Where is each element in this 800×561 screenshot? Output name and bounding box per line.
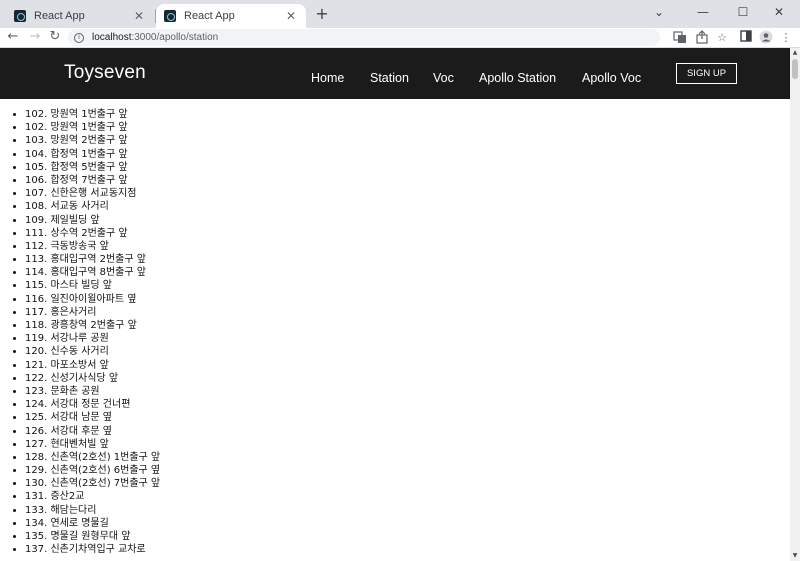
browser-tab-1[interactable]: React App ✕ [6, 4, 154, 28]
station-list-item: 122. 신성기사식당 앞 [25, 372, 160, 385]
station-list-item: 105. 합정역 5번출구 앞 [25, 161, 160, 174]
station-list-item: 109. 제일빌딩 앞 [25, 214, 160, 227]
browser-tab-2-active[interactable]: React App ✕ [156, 4, 306, 28]
station-list-item: 108. 서교동 사거리 [25, 200, 160, 213]
station-list-item: 121. 마포소방서 앞 [25, 359, 160, 372]
station-list-item: 137. 신촌기차역입구 교차로 [25, 543, 160, 556]
forward-arrow-icon[interactable]: → [26, 28, 44, 48]
station-list-item: 126. 서강대 후문 옆 [25, 425, 160, 438]
site-info-icon[interactable]: i [74, 32, 84, 43]
page-scrollbar[interactable]: ▲ ▼ [790, 48, 800, 561]
menu-icon[interactable]: ⋮ [778, 30, 794, 46]
station-list-item: 135. 명물길 원형무대 앞 [25, 530, 160, 543]
share-icon[interactable] [694, 30, 710, 46]
url-host: localhost [92, 32, 132, 43]
station-list-item: 131. 증산2교 [25, 490, 160, 503]
tab-title: React App [184, 10, 235, 22]
nav-home[interactable]: Home [311, 71, 344, 85]
react-favicon-icon [164, 10, 176, 22]
scroll-down-icon[interactable]: ▼ [790, 552, 800, 560]
station-list-item: 120. 신수동 사거리 [25, 345, 160, 358]
station-list-item: 115. 마스타 빌딩 앞 [25, 279, 160, 292]
minimize-button[interactable]: — [686, 0, 720, 28]
nav-apollo-voc[interactable]: Apollo Voc [582, 71, 641, 85]
profile-icon[interactable] [758, 30, 774, 46]
nav-station[interactable]: Station [370, 71, 409, 85]
url-path: :3000/apollo/station [131, 32, 219, 43]
station-list: 102. 망원역 1번출구 앞102. 망원역 1번출구 앞103. 망원역 2… [25, 108, 160, 556]
tab-title: React App [34, 10, 85, 22]
station-list-item: 133. 해담는다리 [25, 504, 160, 517]
station-list-item: 107. 신한은행 서교동지점 [25, 187, 160, 200]
tab-close-icon[interactable]: ✕ [284, 9, 298, 23]
address-bar[interactable]: i localhost:3000/apollo/station [68, 29, 660, 46]
react-favicon-icon [14, 10, 26, 22]
station-list-item: 102. 망원역 1번출구 앞 [25, 121, 160, 134]
station-list-item: 102. 망원역 1번출구 앞 [25, 108, 160, 121]
browser-toolbar: ← → ↻ i localhost:3000/apollo/station ☆ … [0, 28, 800, 48]
station-list-item: 117. 홍은사거리 [25, 306, 160, 319]
station-list-item: 111. 상수역 2번출구 앞 [25, 227, 160, 240]
station-list-item: 106. 합정역 7번출구 앞 [25, 174, 160, 187]
station-list-item: 130. 신촌역(2호선) 7번출구 앞 [25, 477, 160, 490]
scroll-up-icon[interactable]: ▲ [790, 49, 800, 57]
sidebar-icon[interactable] [738, 30, 754, 46]
station-list-item: 116. 일진아이윌아파트 옆 [25, 293, 160, 306]
translate-icon[interactable] [672, 30, 688, 46]
station-list-item: 114. 홍대입구역 8번출구 앞 [25, 266, 160, 279]
brand-logo[interactable]: Toyseven [64, 62, 146, 84]
sign-up-button[interactable]: SIGN UP [676, 63, 737, 84]
station-list-item: 118. 광흥창역 2번출구 앞 [25, 319, 160, 332]
station-list-item: 104. 합정역 1번출구 앞 [25, 148, 160, 161]
station-list-item: 134. 연세로 명물길 [25, 517, 160, 530]
station-list-item: 113. 홍대입구역 2번출구 앞 [25, 253, 160, 266]
browser-tab-strip: React App ✕ React App ✕ + ⌄ — ☐ ✕ [0, 0, 800, 28]
app-header: Toyseven Home Station Voc Apollo Station… [0, 48, 790, 99]
maximize-button[interactable]: ☐ [726, 0, 760, 28]
close-window-button[interactable]: ✕ [762, 0, 796, 28]
scroll-thumb[interactable] [792, 59, 798, 79]
star-icon[interactable]: ☆ [714, 30, 730, 46]
new-tab-button[interactable]: + [312, 4, 332, 24]
station-list-item: 124. 서강대 정문 건너편 [25, 398, 160, 411]
station-list-item: 125. 서강대 남문 옆 [25, 411, 160, 424]
back-arrow-icon[interactable]: ← [4, 28, 22, 48]
tab-search-icon[interactable]: ⌄ [642, 0, 676, 28]
station-list-item: 129. 신촌역(2호선) 6번출구 옆 [25, 464, 160, 477]
station-list-item: 123. 문화촌 공원 [25, 385, 160, 398]
nav-voc[interactable]: Voc [433, 71, 454, 85]
nav-apollo-station[interactable]: Apollo Station [479, 71, 556, 85]
reload-icon[interactable]: ↻ [46, 28, 64, 48]
station-list-item: 119. 서강나루 공원 [25, 332, 160, 345]
station-list-item: 128. 신촌역(2호선) 1번출구 앞 [25, 451, 160, 464]
tab-close-icon[interactable]: ✕ [132, 9, 146, 23]
station-list-item: 103. 망원역 2번출구 앞 [25, 134, 160, 147]
station-list-item: 127. 현대벤처빌 앞 [25, 438, 160, 451]
station-list-item: 112. 극동방송국 앞 [25, 240, 160, 253]
